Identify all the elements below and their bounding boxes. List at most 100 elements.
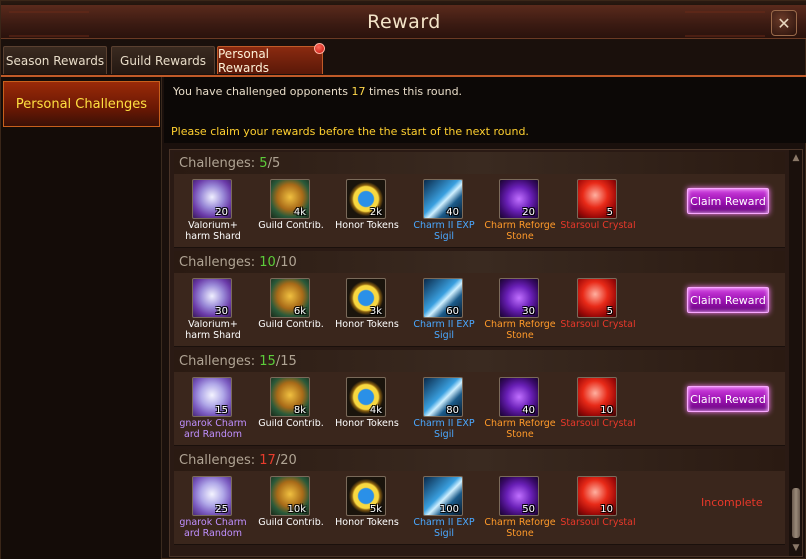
incomplete-status: Incomplete: [701, 496, 763, 509]
scroll-up-icon[interactable]: ▲: [790, 152, 802, 164]
starsoul-crystal-icon[interactable]: 10: [577, 377, 617, 417]
tab-personal-rewards-label: Personal Rewards: [218, 46, 270, 75]
charm-reforge-stone-icon[interactable]: 20: [499, 179, 539, 219]
charm-reforge-stone-icon[interactable]: 30: [499, 278, 539, 318]
reward-quantity: 50: [522, 504, 535, 515]
challenge-current: 5: [259, 156, 268, 171]
guild-contrib-icon[interactable]: 6k: [270, 278, 310, 318]
reward-name: Valorium+ harm Shard: [185, 221, 241, 242]
honor-tokens-icon[interactable]: 3k: [346, 278, 386, 318]
starsoul-crystal-icon[interactable]: 5: [577, 179, 617, 219]
reward-item[interactable]: 10k Guild Contrib.: [252, 476, 330, 542]
scrollbar[interactable]: ▲ ▼: [789, 150, 802, 556]
challenge-total: /15: [275, 354, 297, 369]
starsoul-crystal-icon[interactable]: 5: [577, 278, 617, 318]
tab-guild-rewards[interactable]: Guild Rewards: [111, 46, 215, 74]
reward-item[interactable]: 20 Valorium+ harm Shard: [174, 179, 252, 245]
reward-item[interactable]: 40 Charm II EXP Sigil: [405, 179, 483, 245]
reward-item[interactable]: 40 Charm Reforge Stone: [481, 377, 559, 443]
challenge-current: 10: [259, 255, 276, 270]
sidebar-item-personal-challenges[interactable]: Personal Challenges: [3, 81, 160, 127]
honor-tokens-icon[interactable]: 2k: [346, 179, 386, 219]
charm-exp-sigil-icon[interactable]: 80: [423, 377, 463, 417]
reward-item[interactable]: 5 Starsoul Crystal: [559, 278, 637, 344]
guild-contrib-icon[interactable]: 4k: [270, 179, 310, 219]
reward-item[interactable]: 10 Starsoul Crystal: [559, 476, 637, 542]
reward-item[interactable]: 50 Charm Reforge Stone: [481, 476, 559, 542]
scroll-down-icon[interactable]: ▼: [790, 542, 802, 554]
reward-quantity: 5k: [369, 504, 382, 515]
claim-reward-button[interactable]: Claim Reward: [687, 386, 769, 412]
reward-item[interactable]: 100 Charm II EXP Sigil: [405, 476, 483, 542]
reward-name: gnarok Charm ard Random: [179, 518, 247, 539]
reward-item[interactable]: 30 Charm Reforge Stone: [481, 278, 559, 344]
reward-item[interactable]: 10 Starsoul Crystal: [559, 377, 637, 443]
close-button[interactable]: ✕: [771, 10, 797, 36]
reward-quantity: 10k: [287, 504, 306, 515]
starsoul-crystal-icon[interactable]: 10: [577, 476, 617, 516]
challenge-current: 17: [259, 453, 276, 468]
reward-item[interactable]: 4k Honor Tokens: [328, 377, 406, 443]
challenge-label: Challenges:: [179, 453, 260, 468]
claim-reward-button[interactable]: Claim Reward: [687, 188, 769, 214]
reward-name: Honor Tokens: [335, 320, 399, 330]
guild-contrib-icon[interactable]: 10k: [270, 476, 310, 516]
reward-name: Honor Tokens: [335, 419, 399, 429]
reward-name: Guild Contrib.: [258, 518, 324, 528]
reward-name: Honor Tokens: [335, 221, 399, 231]
reward-name: Charm Reforge Stone: [484, 518, 556, 539]
challenge-row-header: Challenges: 15/15: [174, 350, 785, 372]
tab-personal-rewards[interactable]: Personal Rewards: [217, 43, 325, 75]
valorium-charm-shard-chest-icon[interactable]: 20: [192, 179, 232, 219]
reward-item[interactable]: 20 Charm Reforge Stone: [481, 179, 559, 245]
reward-item[interactable]: 6k Guild Contrib.: [252, 278, 330, 344]
reward-name: Charm II EXP Sigil: [413, 221, 475, 242]
reward-item[interactable]: 5 Starsoul Crystal: [559, 179, 637, 245]
tab-season-rewards[interactable]: Season Rewards: [3, 46, 107, 74]
ragnarok-charm-shard-chest-icon[interactable]: 25: [192, 476, 232, 516]
reward-quantity: 25: [215, 504, 228, 515]
reward-item[interactable]: 5k Honor Tokens: [328, 476, 406, 542]
reward-name: Valorium+ harm Shard: [185, 320, 241, 341]
reward-item[interactable]: 60 Charm II EXP Sigil: [405, 278, 483, 344]
reward-item[interactable]: 4k Guild Contrib.: [252, 179, 330, 245]
notification-badge-icon: [314, 43, 325, 54]
reward-quantity: 20: [522, 207, 535, 218]
reward-quantity: 5: [606, 306, 613, 317]
challenge-list: Challenges: 5/5 20 Valorium+ harm Shard 4k G…: [169, 149, 803, 557]
claim-reward-button[interactable]: Claim Reward: [687, 287, 769, 313]
valorium-charm-shard-chest-icon[interactable]: 30: [192, 278, 232, 318]
reward-item[interactable]: 30 Valorium+ harm Shard: [174, 278, 252, 344]
info-panel: You have challenged opponents 17 times t…: [164, 77, 806, 143]
honor-tokens-icon[interactable]: 4k: [346, 377, 386, 417]
charm-exp-sigil-icon[interactable]: 40: [423, 179, 463, 219]
reward-quantity: 40: [522, 405, 535, 416]
challenge-label: Challenges:: [179, 354, 260, 369]
reward-quantity: 4k: [369, 405, 382, 416]
reward-name: Starsoul Crystal: [560, 221, 636, 231]
charm-reforge-stone-icon[interactable]: 50: [499, 476, 539, 516]
reward-item[interactable]: 3k Honor Tokens: [328, 278, 406, 344]
reward-name: Starsoul Crystal: [560, 419, 636, 429]
honor-tokens-icon[interactable]: 5k: [346, 476, 386, 516]
reward-item[interactable]: 8k Guild Contrib.: [252, 377, 330, 443]
title-ornament-right: [685, 11, 765, 37]
reward-item[interactable]: 15 gnarok Charm ard Random: [174, 377, 252, 443]
charm-exp-sigil-icon[interactable]: 60: [423, 278, 463, 318]
challenge-total: /10: [275, 255, 297, 270]
close-icon: ✕: [777, 13, 791, 33]
challenge-row-header: Challenges: 10/10: [174, 251, 785, 273]
reward-item[interactable]: 80 Charm II EXP Sigil: [405, 377, 483, 443]
challenge-row: Challenges: 17/20 25 gnarok Charm ard Rand…: [174, 449, 785, 545]
reward-item[interactable]: 2k Honor Tokens: [328, 179, 406, 245]
scroll-thumb[interactable]: [792, 488, 800, 538]
ragnarok-charm-shard-chest-icon[interactable]: 15: [192, 377, 232, 417]
challenge-total: /20: [275, 453, 297, 468]
guild-contrib-icon[interactable]: 8k: [270, 377, 310, 417]
charm-reforge-stone-icon[interactable]: 40: [499, 377, 539, 417]
challenge-count-text: You have challenged opponents 17 times t…: [173, 85, 462, 98]
reward-quantity: 10: [600, 504, 613, 515]
reward-name: Guild Contrib.: [258, 221, 324, 231]
charm-exp-sigil-icon[interactable]: 100: [423, 476, 463, 516]
reward-item[interactable]: 25 gnarok Charm ard Random: [174, 476, 252, 542]
